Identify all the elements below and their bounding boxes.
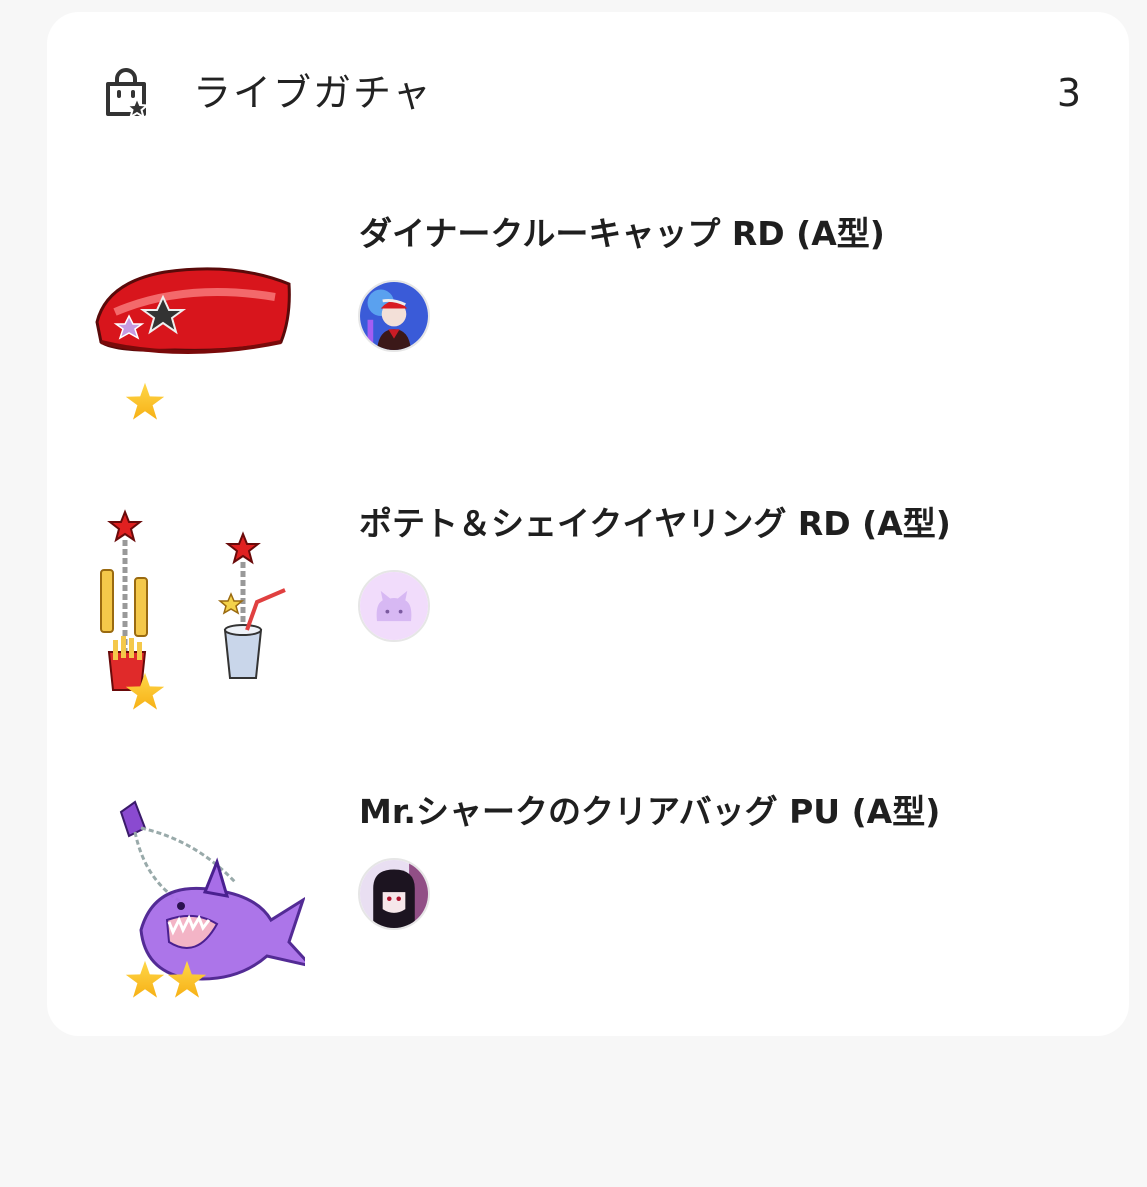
user-avatar-icon[interactable] [358,858,430,930]
user-avatar-icon[interactable] [358,280,430,352]
item-name: ダイナークルーキャップ RD (A型) [359,214,885,253]
item-count: 3 [1056,71,1081,115]
list-item[interactable]: ポテト＆シェイクイヤリング RD (A型) [47,482,1129,742]
earrings-icon [85,482,305,732]
card-header: ライブガチャ 3 [47,12,1129,172]
star-icon [167,960,207,998]
red-cap-icon [85,192,305,442]
item-name: Mr.シャークのクリアバッグ PU (A型) [359,792,941,831]
list-item[interactable]: ダイナークルーキャップ RD (A型) [47,192,1129,452]
gacha-card: ライブガチャ 3 ダイナークルーキャップ RD (A型) ポテト＆シェイクイヤリ… [47,12,1129,1036]
star-icon [125,960,165,998]
page-title: ライブガチャ [193,71,433,115]
rarity-stars [125,382,165,422]
rarity-stars [125,672,165,712]
item-name: ポテト＆シェイクイヤリング RD (A型) [359,504,951,543]
star-icon [125,382,165,420]
shopping-bag-star-icon [106,68,150,120]
star-icon [125,672,165,710]
rarity-stars [125,960,207,1000]
user-avatar-icon[interactable] [358,570,430,642]
shark-bag-icon [85,770,305,1020]
list-item[interactable]: Mr.シャークのクリアバッグ PU (A型) [47,770,1129,1030]
